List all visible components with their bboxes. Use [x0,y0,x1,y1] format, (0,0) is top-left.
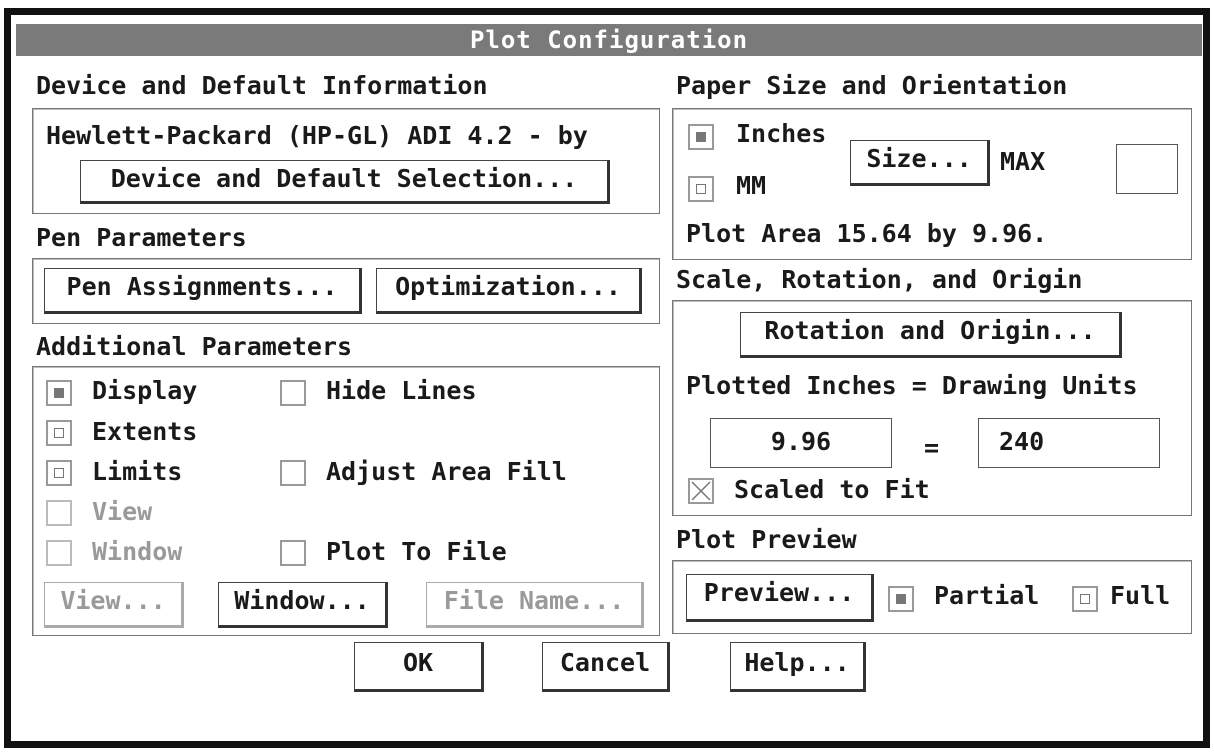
display-radio[interactable] [46,380,72,406]
hide-lines-checkbox[interactable] [280,380,306,406]
dialog-title: Plot Configuration [16,24,1202,56]
help-button[interactable]: Help... [730,642,866,692]
adjust-area-fill-checkbox[interactable] [280,460,306,486]
paper-heading: Paper Size and Orientation [676,71,1068,100]
inches-label: Inches [736,119,827,148]
window-button[interactable]: Window... [218,582,388,628]
window-label: Window [92,537,183,566]
rotation-origin-button[interactable]: Rotation and Origin... [740,312,1122,358]
drawing-units-field[interactable]: 240 [978,418,1160,468]
mm-label: MM [736,171,767,200]
pen-heading: Pen Parameters [36,223,247,252]
scaled-to-fit-label: Scaled to Fit [734,475,930,504]
partial-label: Partial [934,581,1040,610]
window-radio [46,540,72,566]
view-label: View [92,497,153,526]
device-selection-button[interactable]: Device and Default Selection... [80,160,610,204]
file-name-button: File Name... [426,582,644,628]
units-label: Plotted Inches = Drawing Units [686,371,1138,400]
limits-radio[interactable] [46,460,72,486]
ok-button[interactable]: OK [354,642,484,692]
mm-radio[interactable] [688,176,714,202]
limits-label: Limits [92,457,183,486]
cross-icon [691,481,711,501]
device-name: Hewlett-Packard (HP-GL) ADI 4.2 - by [46,121,588,150]
view-radio [46,500,72,526]
size-button[interactable]: Size... [850,140,990,186]
extents-radio[interactable] [46,420,72,446]
extents-label: Extents [92,417,198,446]
adjust-area-fill-label: Adjust Area Fill [326,457,567,486]
plot-area-text: Plot Area 15.64 by 9.96. [686,219,1048,248]
size-value: MAX [1000,147,1046,176]
optimization-button[interactable]: Optimization... [376,268,642,314]
additional-heading: Additional Parameters [36,332,353,361]
hide-lines-label: Hide Lines [326,376,477,405]
partial-radio[interactable] [888,586,914,612]
inches-radio[interactable] [688,124,714,150]
scale-heading: Scale, Rotation, and Origin [676,265,1083,294]
pen-assignments-button[interactable]: Pen Assignments... [44,268,362,314]
plot-to-file-label: Plot To File [326,537,507,566]
scaled-to-fit-checkbox[interactable] [688,478,714,504]
device-heading: Device and Default Information [36,71,488,100]
preview-heading: Plot Preview [676,525,857,554]
plot-to-file-checkbox[interactable] [280,540,306,566]
preview-button[interactable]: Preview... [686,574,874,622]
full-label: Full [1110,581,1171,610]
full-radio[interactable] [1072,586,1098,612]
plotted-inches-field[interactable]: 9.96 [710,418,892,468]
cancel-button[interactable]: Cancel [542,642,670,692]
equals-sign: = [924,433,940,462]
size-indicator [1116,144,1178,194]
view-button: View... [44,582,184,628]
display-label: Display [92,376,198,405]
